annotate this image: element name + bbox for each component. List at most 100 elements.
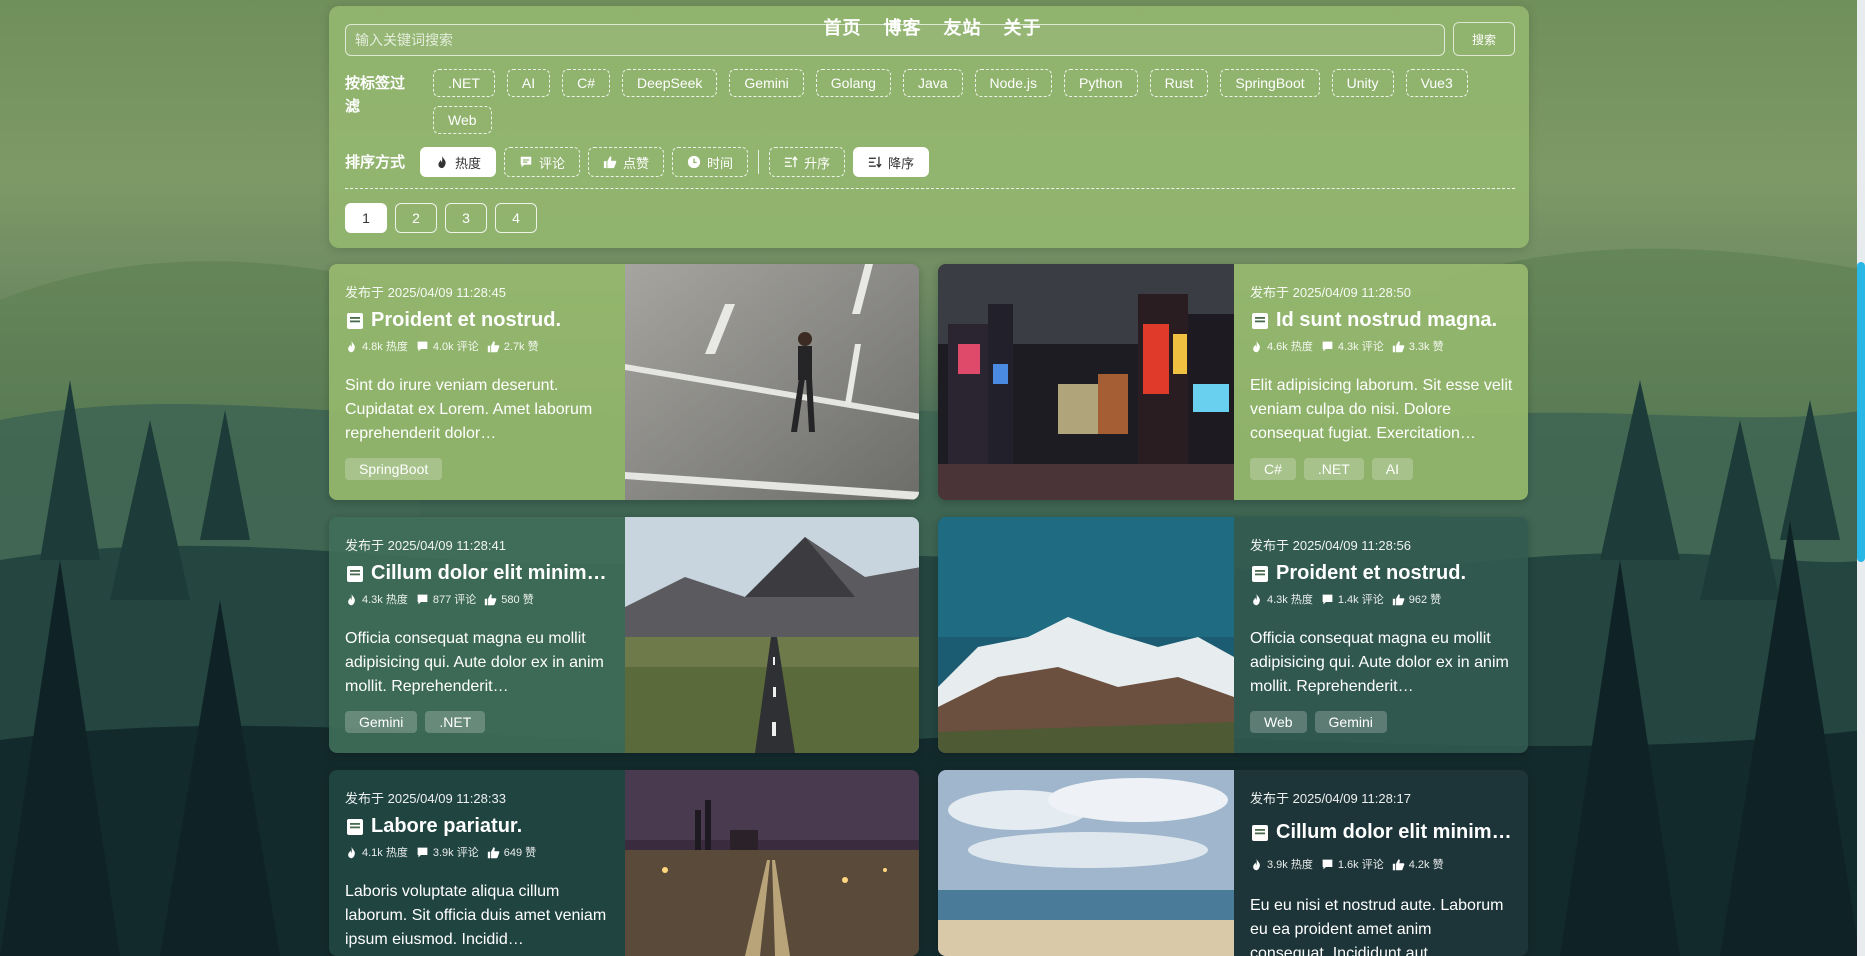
post-comments: 1.4k 评论 [1337, 594, 1384, 606]
post-tag[interactable]: Gemini [345, 711, 418, 733]
post-excerpt: Elit adipisicing laborum. Sit esse velit… [1250, 377, 1513, 442]
tag-filter-vue3[interactable]: Vue3 [1405, 69, 1468, 97]
post-title[interactable]: Proident et nostrud. [1250, 562, 1514, 585]
tag-filter-deepseek[interactable]: DeepSeek [622, 69, 718, 97]
post-cover-image [625, 517, 919, 753]
post-stats: 4.1k 热度 3.9k 评论 649 赞 [345, 844, 609, 860]
post-excerpt: Sint do irure veniam deserunt. Cupidatat… [345, 377, 593, 442]
tag-filter-golang[interactable]: Golang [815, 69, 891, 97]
post-comments: 1.6k 评论 [1337, 859, 1384, 871]
post-title[interactable]: Cillum dolor elit minim… [345, 562, 609, 585]
post-likes: 962 赞 [1408, 594, 1442, 606]
tag-filter-rust[interactable]: Rust [1149, 69, 1209, 97]
flame-icon [1250, 593, 1263, 606]
comment-icon [1321, 340, 1334, 353]
post-date: 发布于 2025/04/09 11:28:17 [1250, 791, 1411, 806]
post-tag[interactable]: AI [1371, 458, 1414, 480]
scrollbar-thumb[interactable] [1857, 262, 1865, 562]
post-card[interactable]: 发布于 2025/04/09 11:28:50 Id sunt nostrud … [938, 264, 1528, 500]
tag-filter-label: 按标签过滤 [345, 75, 406, 115]
post-cover-image [625, 264, 919, 500]
page-button-4[interactable]: 4 [495, 203, 537, 233]
post-cover-image [625, 770, 919, 956]
post-tag[interactable]: .NET [1303, 458, 1364, 480]
post-date: 发布于 2025/04/09 11:28:33 [345, 791, 506, 806]
thumbs-up-icon [1392, 340, 1405, 353]
tag-filter-dotnet[interactable]: .NET [433, 69, 495, 97]
thumbs-up-icon [487, 846, 500, 859]
nav-friends[interactable]: 友站 [944, 14, 982, 40]
post-title[interactable]: Proident et nostrud. [345, 309, 609, 332]
sort-label: 排序方式 [345, 154, 406, 171]
post-date: 发布于 2025/04/09 11:28:56 [1250, 538, 1411, 553]
post-tag[interactable]: Gemini [1314, 711, 1387, 733]
sort-heat-label: 热度 [455, 155, 482, 171]
post-stats: 4.8k 热度 4.0k 评论 2.7k 赞 [345, 338, 609, 354]
post-card[interactable]: 发布于 2025/04/09 11:28:33 Labore pariatur.… [329, 770, 919, 956]
post-card[interactable]: 发布于 2025/04/09 11:28:45 Proident et nost… [329, 264, 919, 500]
post-date: 发布于 2025/04/09 11:28:50 [1250, 285, 1411, 300]
post-stats: 4.6k 热度 4.3k 评论 3.3k 赞 [1250, 338, 1514, 354]
page-button-1[interactable]: 1 [345, 203, 387, 233]
post-info: 发布于 2025/04/09 11:28:56 Proident et nost… [1234, 517, 1528, 753]
nav-blog[interactable]: 博客 [884, 14, 922, 40]
post-comments: 3.9k 评论 [432, 847, 479, 859]
sort-divider [758, 150, 760, 174]
post-tag[interactable]: C# [1250, 458, 1296, 480]
post-tag[interactable]: SpringBoot [345, 458, 443, 480]
post-title[interactable]: Labore pariatur. [345, 815, 609, 838]
tag-filter-java[interactable]: Java [902, 69, 963, 97]
nav-home[interactable]: 首页 [824, 14, 862, 40]
post-likes: 580 赞 [501, 594, 534, 606]
pagination: 1 2 3 4 [345, 203, 537, 233]
post-info: 发布于 2025/04/09 11:28:17 Cillum dolor eli… [1234, 770, 1528, 956]
tag-filter-web[interactable]: Web [433, 106, 492, 134]
post-excerpt: Eu eu nisi et nostrud aute. Laborum eu e… [1250, 897, 1504, 956]
post-tag[interactable]: .NET [425, 711, 486, 733]
tag-filter-csharp[interactable]: C# [562, 69, 611, 97]
page-button-2[interactable]: 2 [395, 203, 437, 233]
sort-ascending-button[interactable]: 升序 [769, 147, 846, 177]
post-heat: 4.3k 热度 [362, 594, 408, 606]
tag-filter-nodejs[interactable]: Node.js [974, 69, 1052, 97]
post-heat: 3.9k 热度 [1267, 859, 1313, 871]
page-scrollbar[interactable] [1857, 0, 1865, 956]
tag-filter-springboot[interactable]: SpringBoot [1220, 69, 1320, 97]
post-info: 发布于 2025/04/09 11:28:41 Cillum dolor eli… [329, 517, 625, 753]
post-excerpt: Laboris voluptate aliqua cillum laborum.… [345, 883, 607, 948]
post-title[interactable]: Id sunt nostrud magna. [1250, 309, 1514, 332]
sort-by-time-button[interactable]: 时间 [672, 147, 749, 177]
sort-descending-button[interactable]: 降序 [853, 147, 930, 177]
post-heat: 4.6k 热度 [1267, 341, 1313, 353]
tag-filter-gemini[interactable]: Gemini [729, 69, 804, 97]
page-button-3[interactable]: 3 [445, 203, 487, 233]
tag-filter-ai[interactable]: AI [506, 69, 551, 97]
sort-by-heat-button[interactable]: 热度 [420, 147, 497, 177]
post-card[interactable]: 发布于 2025/04/09 11:28:17 Cillum dolor eli… [938, 770, 1528, 956]
flame-icon [1250, 858, 1263, 871]
post-heat: 4.1k 热度 [362, 847, 408, 859]
post-card[interactable]: 发布于 2025/04/09 11:28:41 Cillum dolor eli… [329, 517, 919, 753]
post-stats: 4.3k 热度 877 评论 580 赞 [345, 591, 609, 607]
post-title[interactable]: Cillum dolor elit minim… [1250, 821, 1514, 844]
post-title-text: Cillum dolor elit minim… [1276, 821, 1512, 843]
post-tag[interactable]: Web [1250, 711, 1307, 733]
post-comments: 877 评论 [432, 594, 477, 606]
sort-ascending-label: 升序 [804, 155, 831, 171]
sort-by-likes-button[interactable]: 点赞 [588, 147, 665, 177]
document-icon [1250, 311, 1270, 331]
post-card[interactable]: 发布于 2025/04/09 11:28:56 Proident et nost… [938, 517, 1528, 753]
tag-filter-list: .NET AI C# DeepSeek Gemini Golang Java N… [433, 69, 1493, 134]
comment-icon [416, 340, 429, 353]
post-tags: Web Gemini [1250, 711, 1514, 733]
post-cover-image [938, 770, 1234, 956]
post-title-text: Proident et nostrud. [1276, 562, 1466, 584]
sort-by-comments-button[interactable]: 评论 [504, 147, 581, 177]
comment-icon [1321, 858, 1334, 871]
tag-filter-python[interactable]: Python [1063, 69, 1138, 97]
panel-divider [345, 188, 1515, 189]
nav-about[interactable]: 关于 [1004, 14, 1042, 40]
post-info: 发布于 2025/04/09 11:28:50 Id sunt nostrud … [1234, 264, 1528, 500]
post-excerpt: Officia consequat magna eu mollit adipis… [345, 630, 604, 695]
tag-filter-unity[interactable]: Unity [1331, 69, 1394, 97]
